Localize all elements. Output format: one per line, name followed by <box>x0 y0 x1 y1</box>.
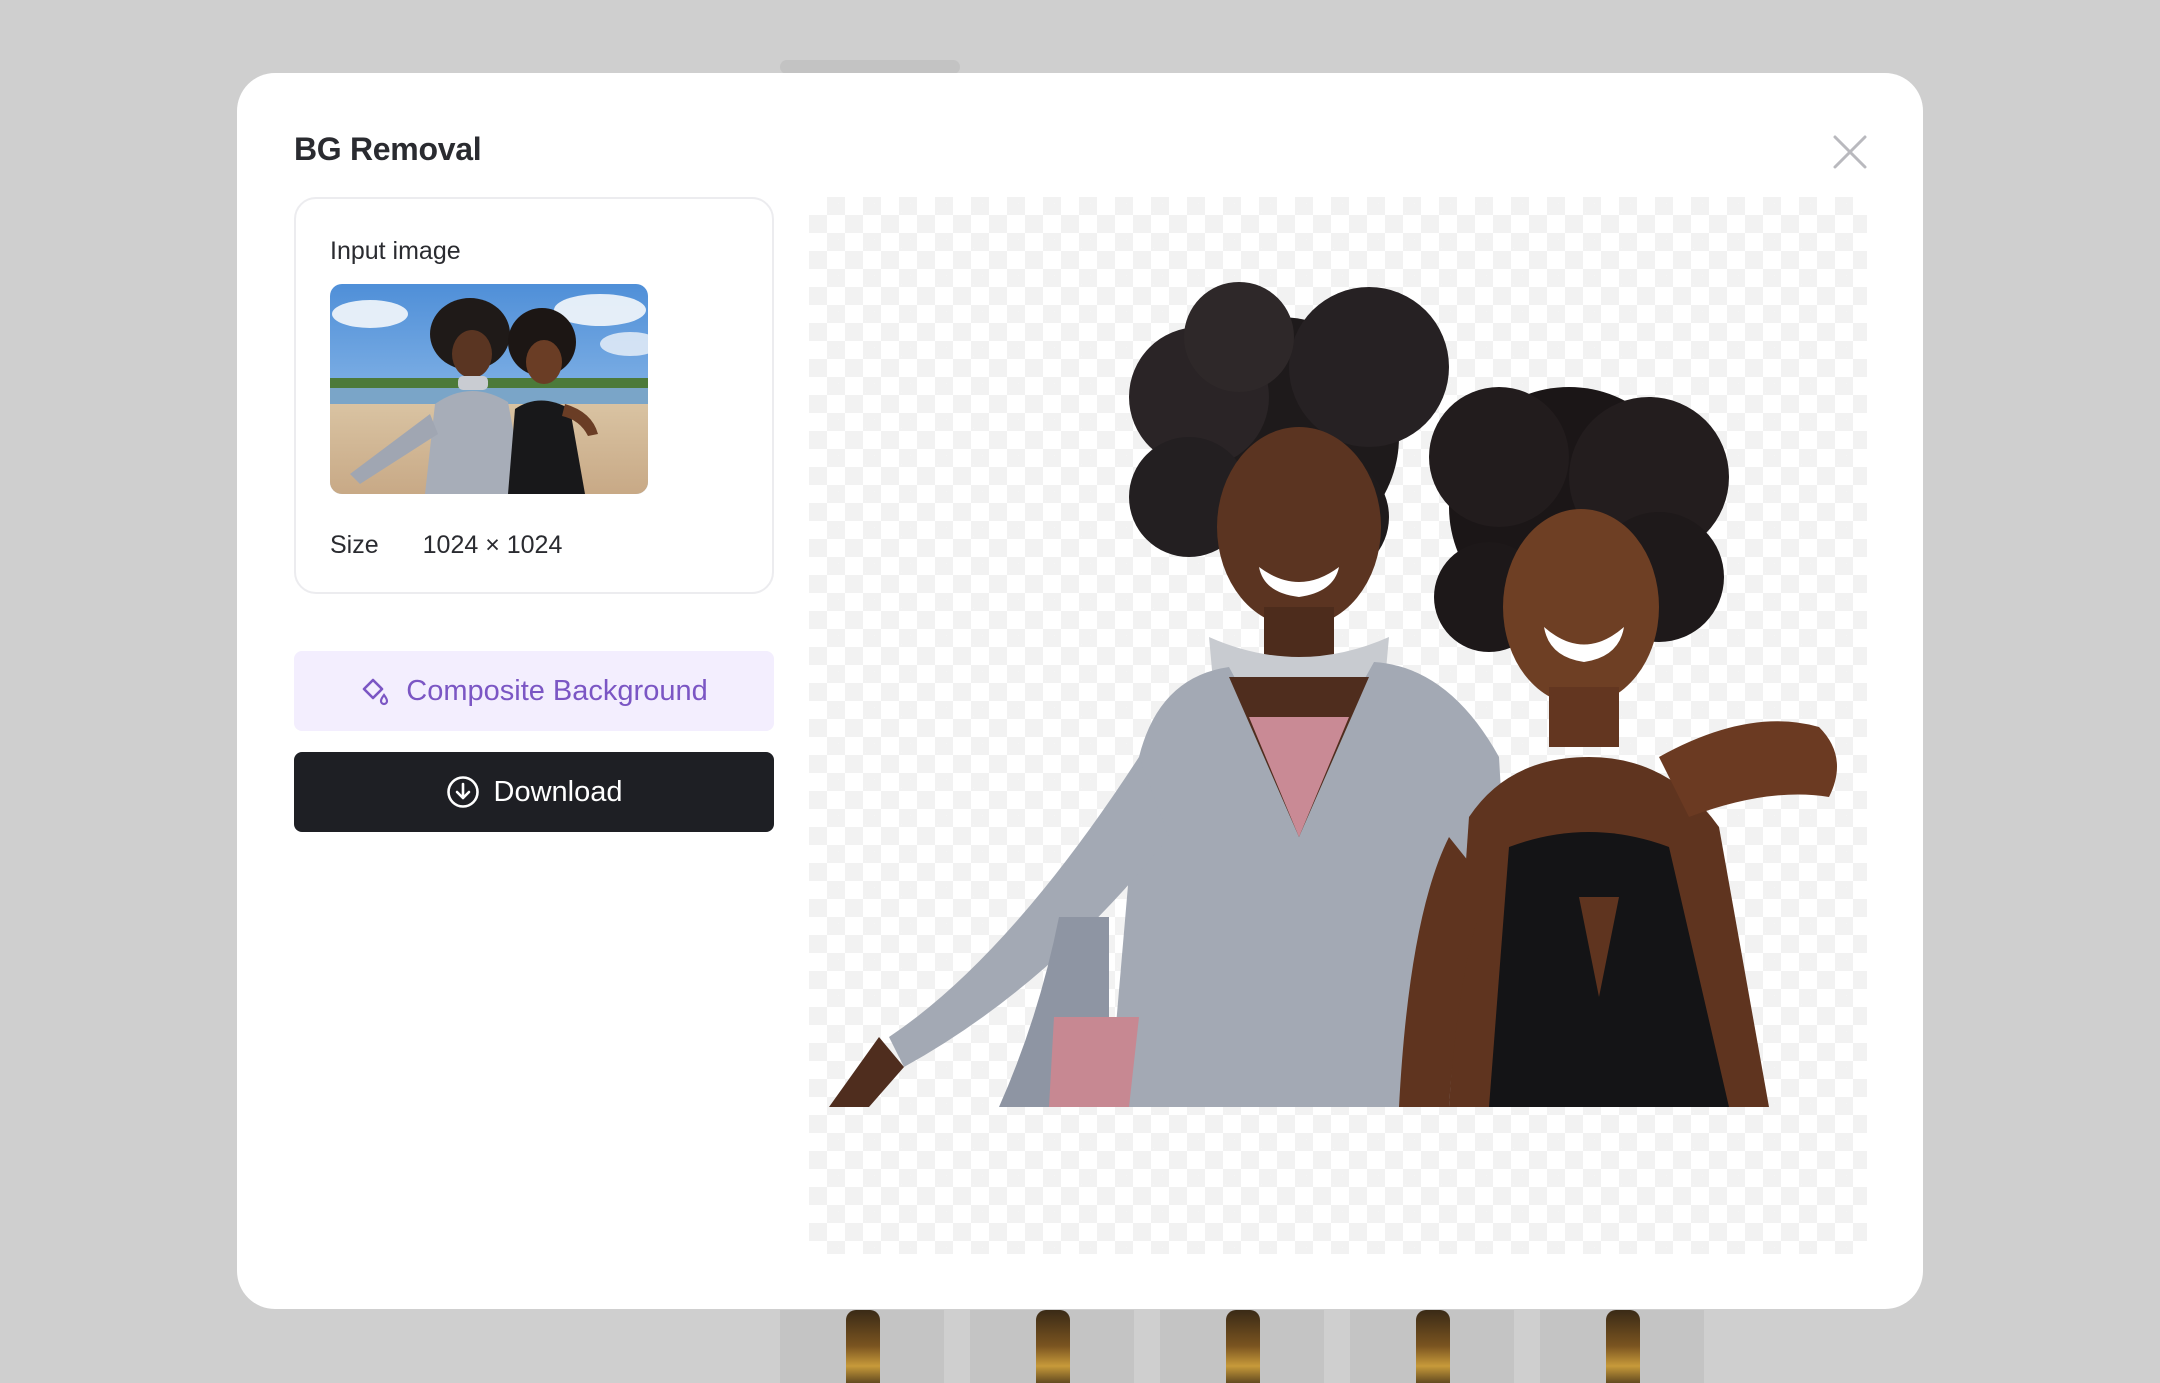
output-preview <box>809 197 1867 1254</box>
background-thumbnail-strip <box>780 1310 1704 1383</box>
composite-background-button[interactable]: Composite Background <box>294 651 774 731</box>
background-thumbnail <box>970 1310 1134 1383</box>
input-image-card: Input image Size 1024 × 1024 <box>294 197 774 594</box>
background-thumbnail <box>1350 1310 1514 1383</box>
background-page-heading <box>780 60 960 74</box>
close-icon <box>1833 135 1867 169</box>
modal-title: BG Removal <box>294 131 482 167</box>
size-value: 1024 × 1024 <box>422 531 563 559</box>
cutout-image <box>829 282 1837 1107</box>
size-label: Size <box>330 531 379 559</box>
bg-removal-modal: BG Removal Input image Size 1024 × 1024 … <box>237 73 1923 1309</box>
input-image-label: Input image <box>330 237 461 265</box>
download-circle-icon <box>446 776 479 808</box>
background-thumbnail <box>780 1310 944 1383</box>
composite-background-label: Composite Background <box>406 674 708 707</box>
download-label: Download <box>493 775 623 808</box>
background-thumbnail <box>1540 1310 1704 1383</box>
close-button[interactable] <box>1829 131 1871 173</box>
size-row: Size 1024 × 1024 <box>330 531 562 560</box>
background-thumbnail <box>1160 1310 1324 1383</box>
download-button[interactable]: Download <box>294 752 774 832</box>
paint-fill-icon <box>362 678 389 706</box>
input-image-thumbnail <box>330 284 648 494</box>
